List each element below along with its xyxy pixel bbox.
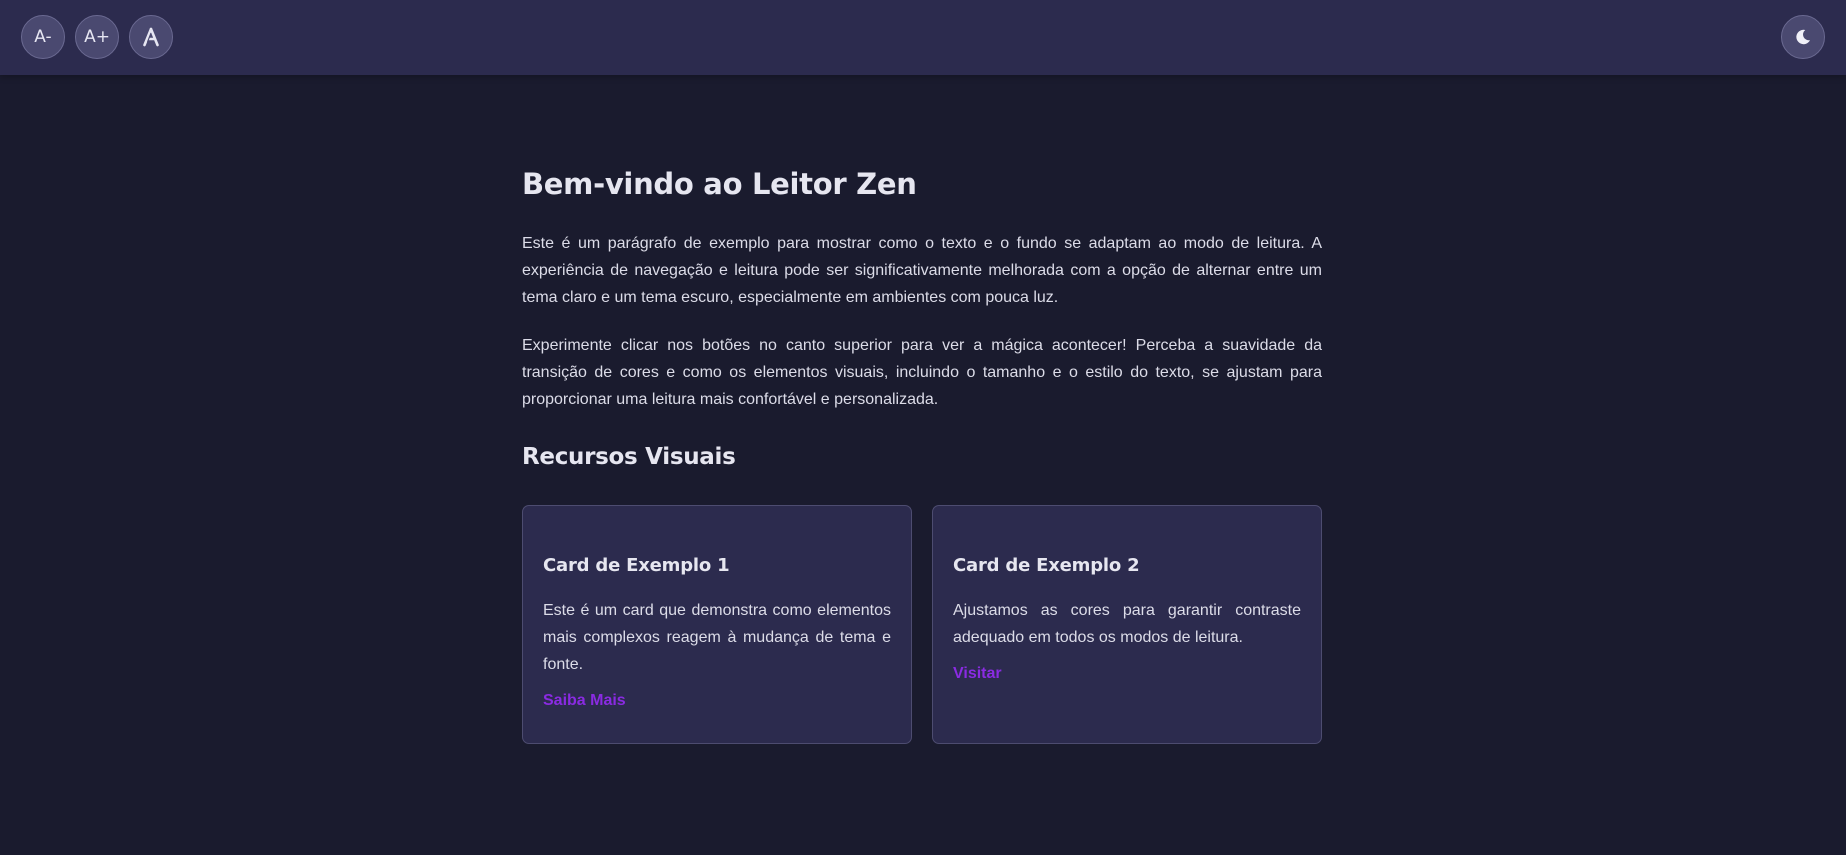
moon-icon — [1796, 29, 1811, 45]
example-card-2: Card de Exemplo 2 Ajustamos as cores par… — [932, 505, 1322, 744]
page-title: Bem-vindo ao Leitor Zen — [522, 167, 917, 201]
article: Bem-vindo ao Leitor Zen Este é um parágr… — [522, 160, 1322, 475]
card-grid: Card de Exemplo 1 Este é um card que dem… — [522, 505, 1322, 744]
decrease-font-button[interactable]: A- — [21, 15, 65, 59]
card-title: Card de Exemplo 2 — [953, 555, 1140, 576]
card-title: Card de Exemplo 1 — [543, 555, 730, 576]
instructions-paragraph: Experimente clicar nos botões no canto s… — [522, 337, 1322, 408]
intro-paragraph: Este é um parágrafo de exemplo para most… — [522, 235, 1322, 306]
font-style-icon — [143, 27, 159, 47]
learn-more-link[interactable]: Saiba Mais — [543, 692, 626, 710]
font-style-button[interactable] — [129, 15, 173, 59]
section-title: Recursos Visuais — [522, 444, 736, 470]
font-controls: A- A+ — [21, 15, 173, 59]
example-card-1: Card de Exemplo 1 Este é um card que dem… — [522, 505, 912, 744]
card-text: Este é um card que demonstra como elemen… — [543, 602, 891, 673]
visit-link[interactable]: Visitar — [953, 665, 1002, 683]
card-text: Ajustamos as cores para garantir contras… — [953, 602, 1301, 646]
increase-font-button[interactable]: A+ — [75, 15, 119, 59]
theme-toggle-button[interactable] — [1781, 15, 1825, 59]
top-toolbar: A- A+ — [0, 0, 1846, 75]
